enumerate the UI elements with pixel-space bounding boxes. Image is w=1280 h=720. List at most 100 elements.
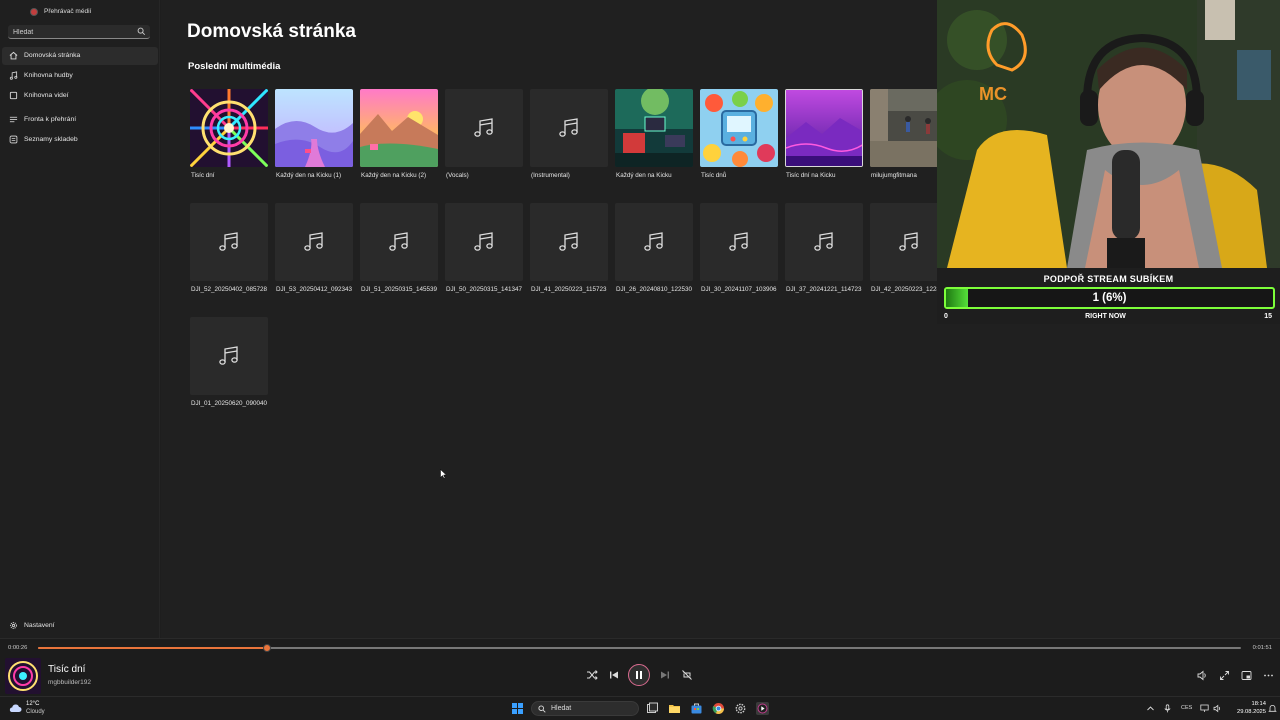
mini-player-icon[interactable]: [1241, 670, 1252, 681]
weather-description[interactable]: Cloudy: [26, 709, 45, 715]
webcam-feed-image: MC: [937, 0, 1280, 268]
music-note-icon: [219, 232, 238, 251]
repeat-icon[interactable]: [681, 669, 693, 681]
media-caption: DJI_30_20241107_103906: [701, 286, 777, 293]
store-icon[interactable]: [690, 702, 703, 715]
media-caption: (Instrumental): [531, 172, 570, 179]
sidebar-item-label: Knihovna hudby: [24, 72, 73, 79]
task-view-icon[interactable]: [646, 702, 659, 715]
sidebar-item-video-library[interactable]: Knihovna videí: [2, 87, 158, 105]
music-note-icon: [729, 232, 748, 251]
now-playing-artist[interactable]: mgbbuilder192: [48, 679, 91, 686]
pause-button[interactable]: [628, 664, 650, 686]
mouse-cursor-icon: [440, 469, 447, 479]
taskbar-search-label: Hledat: [551, 705, 572, 712]
chrome-icon[interactable]: [712, 702, 725, 715]
music-note-icon: [474, 118, 493, 137]
microphone-icon[interactable]: [1163, 704, 1172, 713]
time-current: 0:00:26: [8, 645, 28, 651]
sidebar: Přehrávač médií Domovská stránka Knihovn…: [0, 0, 160, 638]
seek-bar-fill: [38, 647, 267, 649]
taskbar: 12°C Cloudy Hledat CES 18:14 29.08.2025: [0, 696, 1280, 720]
sub-goal-count: 1 (6%): [1092, 292, 1127, 304]
settings-app-icon[interactable]: [734, 702, 747, 715]
queue-icon: [9, 116, 18, 123]
music-library-icon: [9, 71, 18, 80]
input-language[interactable]: CES: [1181, 705, 1192, 711]
now-playing-art[interactable]: [5, 658, 41, 694]
now-playing-title[interactable]: Tisíc dní: [48, 664, 85, 675]
music-note-icon: [304, 232, 323, 251]
album-art-purple: [785, 89, 863, 167]
media-caption: DJI_26_20240810_122530: [616, 286, 692, 293]
app-title: Přehrávač médií: [44, 8, 92, 15]
album-art-room: [615, 89, 693, 167]
app-logo-icon: [30, 8, 38, 16]
media-caption: Tisíc dnů: [701, 172, 727, 179]
sidebar-item-label: Seznamy skladeb: [24, 136, 78, 143]
section-title: Poslední multimédia: [188, 61, 281, 72]
sidebar-item-queue[interactable]: Fronta k přehrání: [2, 111, 158, 129]
player-bar: 0:00:26 0:01:51 Tisíc dní mgbbuilder192: [0, 638, 1280, 696]
file-explorer-icon[interactable]: [668, 702, 681, 715]
taskbar-search[interactable]: Hledat: [531, 701, 639, 716]
home-icon: [9, 51, 18, 60]
cloudy-weather-icon[interactable]: [8, 703, 22, 713]
settings-label: Nastavení: [24, 622, 55, 629]
music-note-icon: [219, 346, 238, 365]
media-caption: Každý den na Kicku: [616, 172, 672, 179]
music-note-icon: [389, 232, 408, 251]
gear-icon: [10, 622, 17, 629]
media-caption: DJI_01_20250620_090040: [191, 400, 267, 407]
network-icon[interactable]: [1200, 704, 1209, 713]
pause-icon: [636, 671, 642, 679]
album-art-fruit: [700, 89, 778, 167]
weather-temperature[interactable]: 12°C: [26, 701, 39, 707]
sidebar-item-label: Knihovna videí: [24, 92, 69, 99]
sub-goal-max: 15: [1264, 313, 1272, 320]
time-total: 0:01:51: [1252, 645, 1272, 651]
sidebar-item-settings[interactable]: Nastavení: [2, 617, 158, 635]
media-caption: DJI_50_20250315_141347: [446, 286, 522, 293]
search-icon: [538, 705, 546, 713]
sidebar-item-playlists[interactable]: Seznamy skladeb: [2, 131, 158, 149]
playlist-icon: [9, 135, 18, 144]
media-caption: DJI_51_20250315_145539: [361, 286, 437, 293]
sub-goal-status: RIGHT NOW: [1085, 313, 1126, 320]
sub-goal-progress-bar: 1 (6%): [944, 287, 1275, 309]
next-icon[interactable]: [659, 669, 671, 681]
album-art-sunset: [360, 89, 438, 167]
more-options-icon[interactable]: [1263, 670, 1274, 681]
sidebar-item-label: Domovská stránka: [24, 52, 81, 59]
webcam-overlay: MC: [937, 0, 1280, 268]
media-player-app-icon[interactable]: [756, 702, 769, 715]
notification-bell-icon[interactable]: [1268, 704, 1277, 713]
page-title: Domovská stránka: [187, 21, 356, 42]
music-note-icon: [559, 118, 578, 137]
chevron-up-icon[interactable]: [1146, 704, 1155, 713]
seek-bar[interactable]: [38, 644, 1241, 652]
previous-icon[interactable]: [608, 669, 620, 681]
media-caption: Každý den na Kicku (1): [276, 172, 342, 179]
sub-goal-panel: PODPOŘ STREAM SUBÍKEM 1 (6%) 0 RIGHT NOW…: [937, 268, 1280, 324]
media-caption: Tisíc dní: [191, 172, 215, 179]
speaker-icon[interactable]: [1213, 704, 1222, 713]
search-box[interactable]: [8, 25, 150, 39]
media-caption: Každý den na Kicku (2): [361, 172, 427, 179]
media-caption: (Vocals): [446, 172, 469, 179]
music-note-icon: [899, 232, 918, 251]
search-input[interactable]: [13, 27, 133, 37]
fullscreen-icon[interactable]: [1219, 670, 1230, 681]
sidebar-item-home[interactable]: Domovská stránka: [2, 47, 158, 65]
search-icon[interactable]: [137, 27, 146, 36]
volume-icon[interactable]: [1197, 670, 1208, 681]
clock-time[interactable]: 18:14: [1236, 701, 1266, 707]
media-caption: DJI_53_20250412_092343: [276, 286, 352, 293]
shuffle-icon[interactable]: [586, 669, 598, 681]
sidebar-item-music-library[interactable]: Knihovna hudby: [2, 67, 158, 85]
seek-bar-handle[interactable]: [262, 644, 271, 652]
music-note-icon: [474, 232, 493, 251]
clock-date[interactable]: 29.08.2025: [1226, 709, 1266, 715]
windows-start-icon[interactable]: [512, 703, 523, 714]
album-art-spiral: [190, 89, 268, 167]
